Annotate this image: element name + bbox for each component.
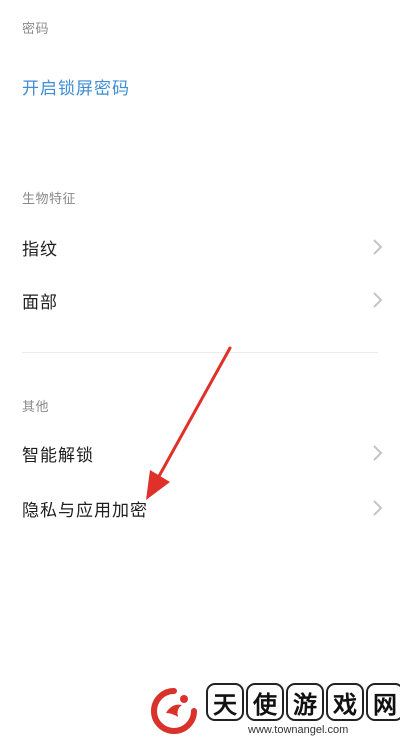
watermark-url: www.townangel.com [248, 724, 349, 736]
password-section-header: 密码 [22, 22, 50, 37]
annotation-arrow-icon [146, 346, 232, 500]
chevron-right-icon [373, 239, 383, 255]
fingerprint-row[interactable]: 指纹 [0, 221, 400, 273]
watermark-char: 网 [366, 683, 400, 721]
privacy-app-encryption-row[interactable]: 隐私与应用加密 [0, 482, 400, 534]
face-row[interactable]: 面部 [0, 274, 400, 326]
other-section-header: 其他 [22, 400, 50, 415]
watermark-char: 天 [206, 683, 244, 721]
enable-lock-password-link[interactable]: 开启锁屏密码 [22, 74, 130, 99]
smart-unlock-label: 智能解锁 [22, 445, 94, 466]
privacy-app-encryption-label: 隐私与应用加密 [22, 500, 148, 521]
watermark-char: 使 [246, 683, 284, 721]
section-divider [22, 352, 378, 353]
watermark-char: 戏 [326, 683, 364, 721]
angel-logo-icon [151, 688, 197, 734]
watermark-char: 游 [286, 683, 324, 721]
smart-unlock-row[interactable]: 智能解锁 [0, 427, 400, 479]
chevron-right-icon [373, 445, 383, 461]
chevron-right-icon [373, 292, 383, 308]
chevron-right-icon [373, 500, 383, 516]
site-watermark: 天 使 游 戏 网 www.townangel.com [148, 683, 400, 739]
fingerprint-label: 指纹 [22, 239, 58, 260]
face-label: 面部 [22, 292, 58, 313]
biometric-section-header: 生物特征 [22, 192, 77, 207]
